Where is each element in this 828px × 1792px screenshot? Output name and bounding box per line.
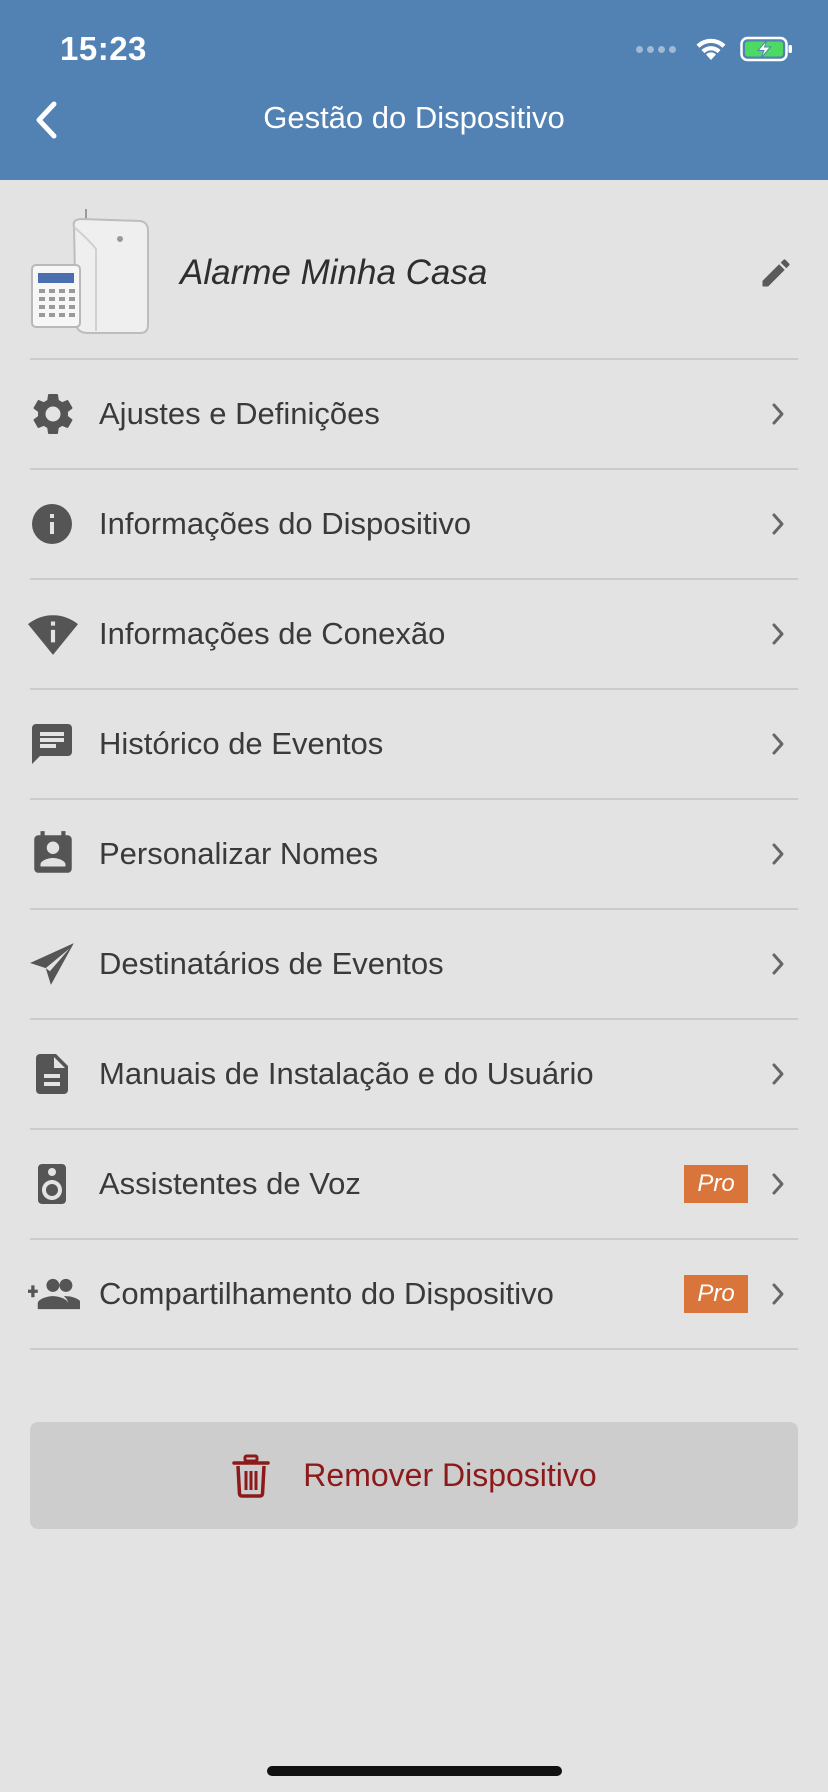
menu-item-label: Manuais de Instalação e do Usuário [99,1056,594,1091]
device-menu: Ajustes e Definições Informações do Disp… [28,360,798,1350]
wifi-icon [696,38,726,60]
pro-badge: Pro [684,1275,748,1313]
edit-name-button[interactable] [754,251,798,295]
menu-item-label: Informações do Dispositivo [99,506,472,541]
menu-item-voice-assistants[interactable]: Assistentes de Voz Pro [30,1130,798,1240]
add-user-icon [28,1268,80,1320]
chevron-right-icon [768,1169,788,1199]
device-name: Alarme Minha Casa [180,253,488,292]
home-indicator [267,1766,562,1776]
chevron-right-icon [768,729,788,759]
menu-item-label: Informações de Conexão [99,616,446,651]
status-icons [636,36,794,62]
status-time: 15:23 [60,30,147,67]
chevron-right-icon [768,619,788,649]
menu-item-label: Destinatários de Eventos [99,946,444,981]
battery-charging-icon [740,36,792,62]
menu-item-label: Ajustes e Definições [99,396,380,431]
pencil-icon [762,259,790,287]
menu-item-connection-info[interactable]: Informações de Conexão [28,580,798,690]
chevron-right-icon [768,1279,788,1309]
wifi-info-icon [28,608,80,660]
gear-icon [28,388,80,440]
remove-device-label: Remover Dispositivo [303,1457,597,1493]
chevron-right-icon [768,399,788,429]
trash-icon [232,1454,271,1498]
info-icon [28,498,80,550]
menu-item-event-history[interactable]: Histórico de Eventos [30,690,798,800]
menu-item-device-sharing[interactable]: Compartilhamento do Dispositivo Pro [28,1240,798,1350]
cellular-signal-icon [636,45,676,53]
contact-card-icon [28,828,80,880]
speaker-icon [28,1158,80,1210]
menu-item-manuals[interactable]: Manuais de Instalação e do Usuário [30,1020,798,1130]
chevron-right-icon [768,839,788,869]
menu-item-event-recipients[interactable]: Destinatários de Eventos [30,910,798,1020]
send-icon [28,938,80,990]
chevron-right-icon [768,949,788,979]
device-summary: Alarme Minha Casa [30,205,798,360]
alarm-panel-image [31,209,149,334]
menu-item-label: Compartilhamento do Dispositivo [99,1276,554,1311]
menu-item-settings[interactable]: Ajustes e Definições [30,360,798,470]
remove-device-button[interactable]: Remover Dispositivo [30,1422,798,1529]
message-icon [28,718,80,770]
document-icon [28,1048,80,1100]
menu-item-customize-names[interactable]: Personalizar Nomes [30,800,798,910]
menu-item-label: Histórico de Eventos [99,726,384,761]
page-title: Gestão do Dispositivo [263,100,565,135]
chevron-right-icon [768,1059,788,1089]
menu-item-label: Assistentes de Voz [99,1166,361,1201]
menu-item-device-info[interactable]: Informações do Dispositivo [30,470,798,580]
pro-badge: Pro [684,1165,748,1203]
app-header: 15:23 Gestão do Dispositivo [0,0,828,180]
chevron-right-icon [768,509,788,539]
menu-item-label: Personalizar Nomes [99,836,379,871]
